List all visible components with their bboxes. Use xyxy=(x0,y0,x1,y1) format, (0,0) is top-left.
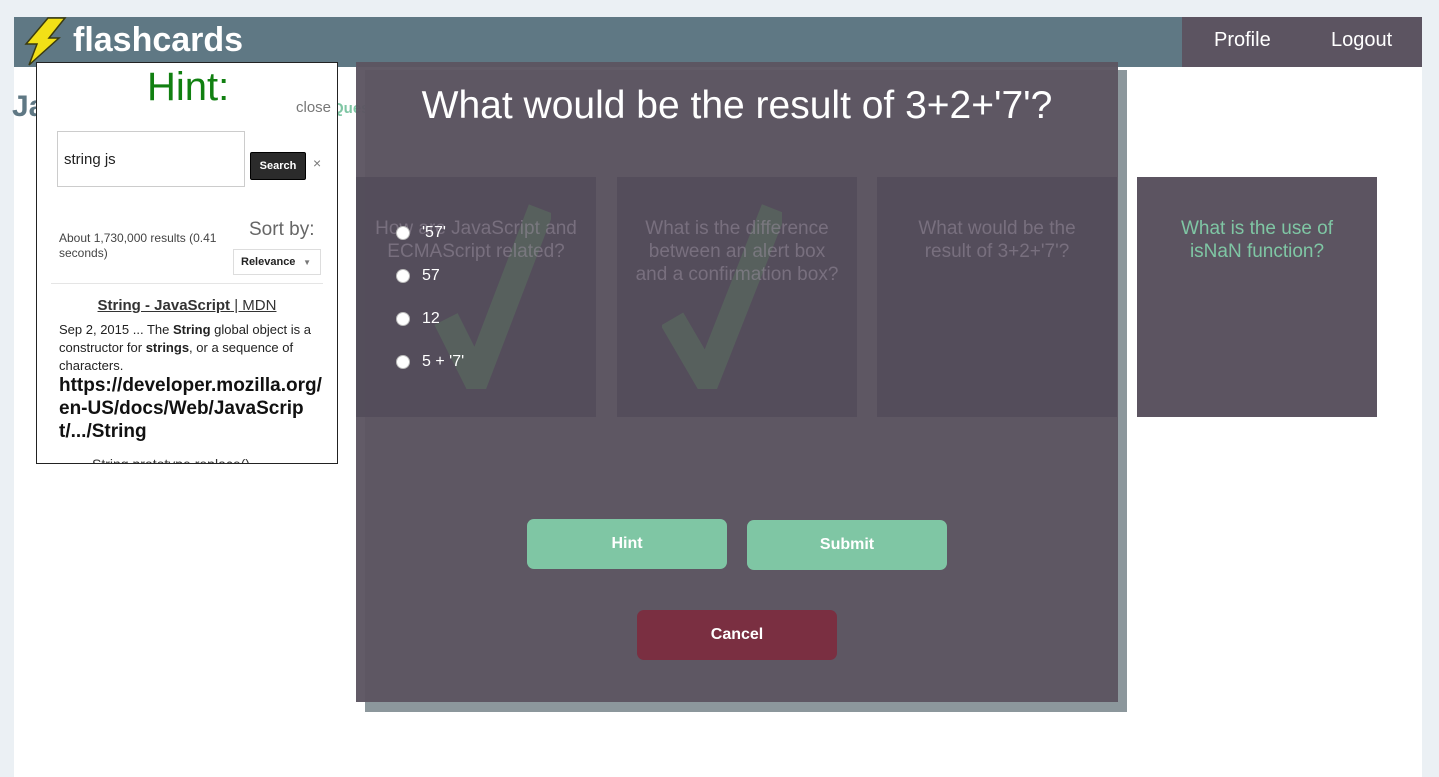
radio-button[interactable] xyxy=(396,355,410,369)
answer-option-label: 57 xyxy=(422,267,440,284)
answer-option[interactable]: 57 xyxy=(396,265,440,287)
answer-option[interactable]: '57' xyxy=(396,222,446,244)
search-button[interactable]: Search xyxy=(250,152,306,180)
flashcard-question: What would be the result of 3+2+'7'? xyxy=(918,218,1076,262)
search-result-url[interactable]: https://developer.mozilla.org/en-US/docs… xyxy=(59,374,324,443)
question-modal: What would be the result of 3+2+'7'? How… xyxy=(356,62,1118,702)
answer-option[interactable]: 5 + '7' xyxy=(396,351,464,373)
next-result-title[interactable]: String.prototype.replace() xyxy=(92,456,250,463)
flashcard-question: What is the difference between an alert … xyxy=(635,218,839,285)
results-count: About 1,730,000 results (0.41 seconds) xyxy=(59,231,217,260)
radio-button[interactable] xyxy=(396,269,410,283)
cancel-button[interactable]: Cancel xyxy=(637,610,837,660)
search-result-snippet: Sep 2, 2015 ... The String global object… xyxy=(59,321,324,375)
flashcard-isnan[interactable]: What is the use of isNaN function? xyxy=(1137,177,1377,417)
answer-option-label: 12 xyxy=(422,310,440,327)
snippet-date: Sep 2, 2015 ... The xyxy=(59,322,173,337)
dropdown-caret-icon: ▼ xyxy=(303,258,311,267)
profile-link[interactable]: Profile xyxy=(1214,29,1271,52)
radio-button[interactable] xyxy=(396,312,410,326)
flashcard-result: What would be the result of 3+2+'7'? xyxy=(877,177,1117,417)
sort-select[interactable]: Relevance ▼ xyxy=(233,249,321,275)
hint-button[interactable]: Hint xyxy=(527,519,727,569)
result-title-text[interactable]: String - JavaScript xyxy=(98,297,231,314)
sort-by-label: Sort by: xyxy=(249,219,315,240)
result-site-text[interactable]: | MDN xyxy=(230,297,276,314)
radio-button[interactable] xyxy=(396,226,410,240)
modal-question: What would be the result of 3+2+'7'? xyxy=(421,84,1053,127)
hint-title: Hint: xyxy=(147,65,230,109)
flashcard-question: How are JavaScript and ECMAScript relate… xyxy=(375,218,577,262)
snippet-bold: strings xyxy=(145,340,190,355)
app-header: flashcards Profile Logout xyxy=(14,17,1422,67)
flashcard-question: What is the use of isNaN function? xyxy=(1180,218,1334,262)
divider xyxy=(51,283,323,284)
lightning-bolt-icon xyxy=(24,17,67,66)
flashcard-alert-box: What is the difference between an alert … xyxy=(617,177,857,417)
snippet-bold: String xyxy=(172,322,211,337)
answer-option-label: 5 + '7' xyxy=(422,353,465,370)
flashcard-ecmascript: How are JavaScript and ECMAScript relate… xyxy=(356,177,596,417)
sort-select-value: Relevance xyxy=(241,256,296,268)
submit-button[interactable]: Submit xyxy=(747,520,947,570)
answer-option[interactable]: 12 xyxy=(396,308,440,330)
hint-panel: Hint: close Search × About 1,730,000 res… xyxy=(36,62,338,464)
search-input[interactable] xyxy=(57,131,245,187)
clear-search-icon[interactable]: × xyxy=(313,155,321,171)
top-nav: Profile Logout xyxy=(1182,17,1422,67)
logout-link[interactable]: Logout xyxy=(1331,29,1392,52)
answer-option-label: '57' xyxy=(422,224,446,241)
brand-name[interactable]: flashcards xyxy=(73,21,243,60)
close-hint-link[interactable]: close xyxy=(296,99,331,116)
search-result-title[interactable]: String - JavaScript | MDN xyxy=(37,297,337,314)
